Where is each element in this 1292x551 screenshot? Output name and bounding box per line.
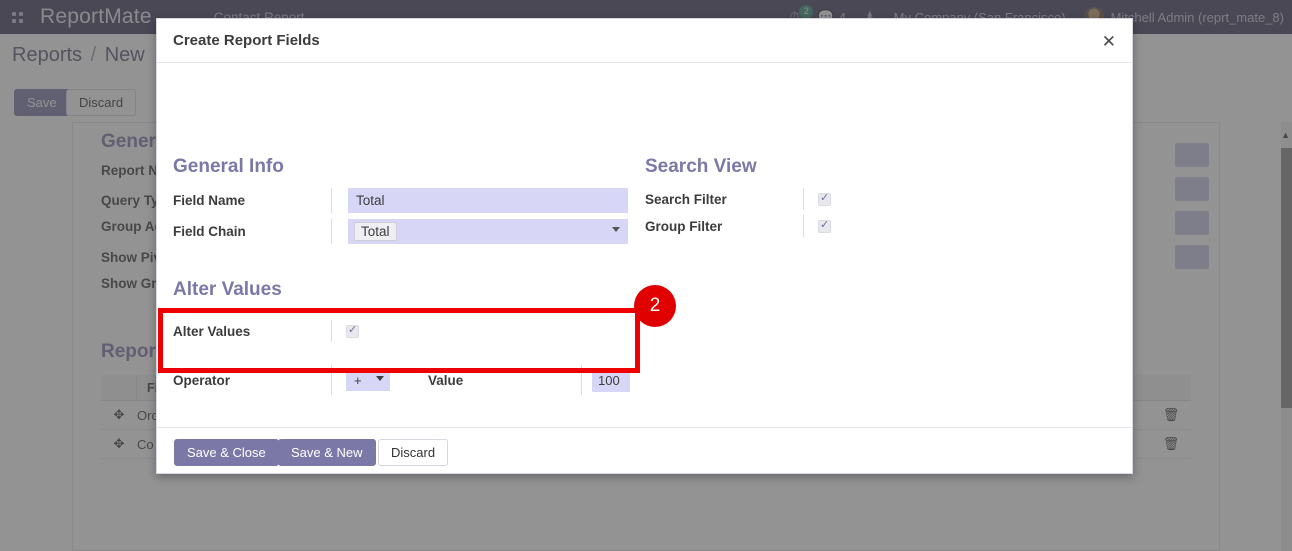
annotation-step-badge: 2: [634, 285, 676, 327]
create-report-fields-dialog: Create Report Fields ✕ General Info Fiel…: [156, 18, 1133, 474]
operator-select[interactable]: +: [346, 369, 390, 391]
dialog-footer: Save & Close Save & New Discard: [157, 427, 1132, 474]
field-row-operator: Operator + Value: [173, 365, 630, 395]
section-alter-values: Alter Values: [173, 279, 282, 301]
dialog-title: Create Report Fields: [173, 32, 320, 49]
section-search-view: Search View: [645, 156, 757, 178]
field-row-alter-values: Alter Values: [173, 320, 359, 342]
value-input[interactable]: [592, 369, 630, 392]
section-general-info: General Info: [173, 156, 284, 178]
save-and-close-button[interactable]: Save & Close: [174, 439, 279, 466]
operator-value: +: [354, 373, 362, 388]
dialog-header: Create Report Fields ✕: [157, 19, 1132, 63]
label-value: Value: [428, 373, 581, 388]
field-row-group-filter: Group Filter: [645, 215, 831, 237]
field-name-input[interactable]: [348, 188, 628, 213]
dialog-body: General Info Field Name Field Chain Tota…: [157, 63, 1132, 427]
label-group-filter: Group Filter: [645, 219, 803, 234]
field-chain-value: Total: [354, 222, 397, 241]
group-filter-checkbox[interactable]: [818, 220, 831, 233]
field-row-search-filter: Search Filter: [645, 188, 831, 210]
field-chain-select[interactable]: Total: [348, 219, 628, 244]
close-icon[interactable]: ✕: [1098, 29, 1120, 54]
label-field-name: Field Name: [173, 193, 331, 208]
save-and-new-button[interactable]: Save & New: [278, 439, 376, 466]
label-field-chain: Field Chain: [173, 224, 331, 239]
label-alter-values: Alter Values: [173, 324, 331, 339]
dialog-discard-button[interactable]: Discard: [378, 439, 448, 466]
field-row-field-name: Field Name: [173, 188, 628, 213]
label-operator: Operator: [173, 373, 331, 388]
alter-values-checkbox[interactable]: [346, 325, 359, 338]
search-filter-checkbox[interactable]: [818, 193, 831, 206]
chevron-down-icon: [376, 376, 384, 381]
label-search-filter: Search Filter: [645, 192, 803, 207]
chevron-down-icon: [612, 227, 620, 232]
field-row-field-chain: Field Chain Total: [173, 219, 628, 244]
